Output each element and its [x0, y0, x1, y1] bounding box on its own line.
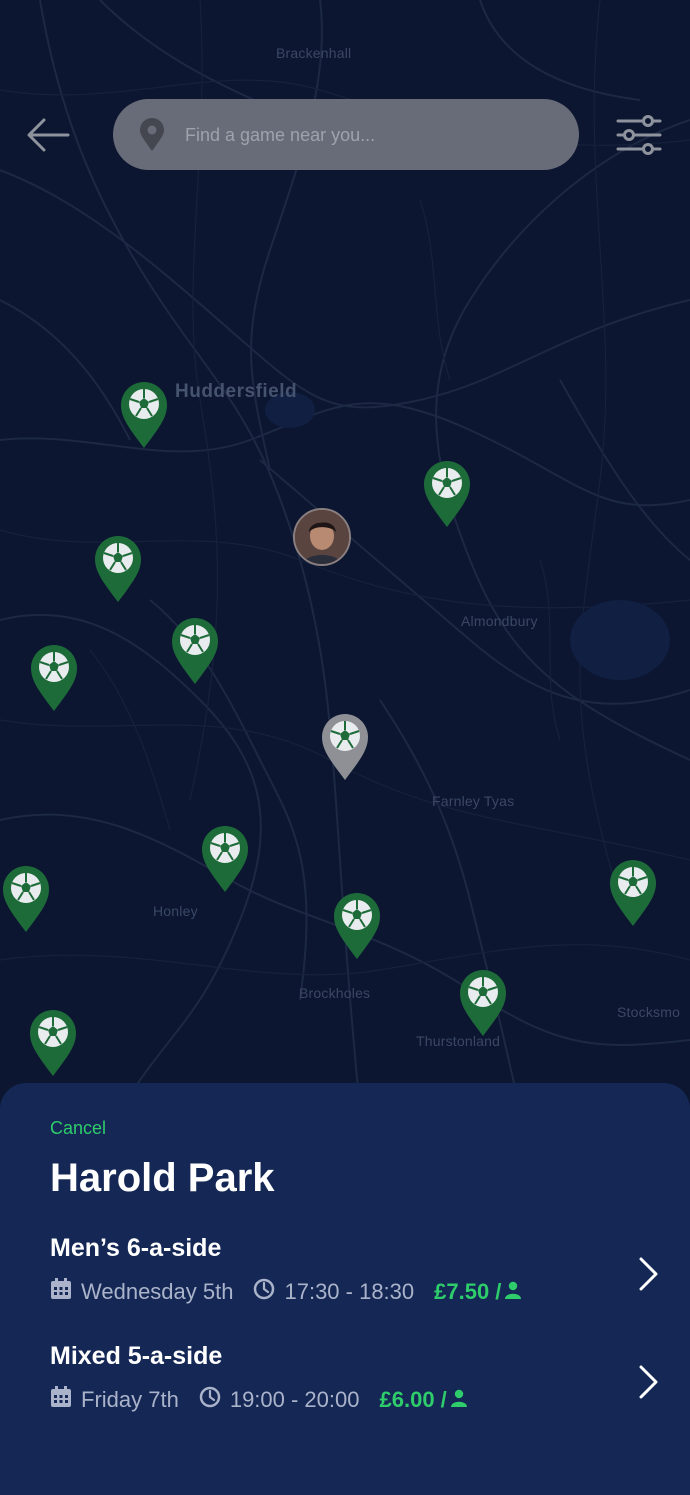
person-icon — [504, 1279, 522, 1305]
game-meta: Wednesday 5th 17:30 - 18:30 £7.50 / — [50, 1278, 522, 1306]
game-marker-icon[interactable] — [119, 380, 169, 450]
clock-icon — [199, 1386, 221, 1414]
venue-title: Harold Park — [50, 1156, 275, 1200]
per-separator: / — [495, 1279, 502, 1304]
location-pin-icon — [139, 118, 165, 157]
game-marker-icon[interactable] — [422, 459, 472, 529]
back-button[interactable] — [22, 108, 78, 164]
place-label: Huddersfield — [175, 381, 298, 402]
place-label: Stocksmo — [617, 1004, 681, 1020]
arrow-left-icon — [27, 118, 70, 152]
sliders-icon — [616, 115, 662, 155]
game-marker-icon[interactable] — [29, 643, 79, 713]
game-title: Mixed 5-a-side — [50, 1342, 223, 1370]
game-price: £7.50 — [434, 1279, 490, 1304]
search-input[interactable] — [183, 99, 557, 172]
place-label: Almondbury — [461, 613, 538, 629]
per-separator: / — [440, 1387, 447, 1412]
game-marker-icon[interactable] — [28, 1008, 78, 1078]
search-bar[interactable] — [113, 99, 579, 172]
game-date: Friday 7th — [81, 1387, 179, 1412]
clock-icon — [253, 1278, 275, 1306]
game-time: 19:00 - 20:00 — [229, 1387, 360, 1412]
chevron-right-icon — [636, 1256, 660, 1297]
game-marker-icon[interactable] — [1, 864, 51, 934]
game-price: £6.00 — [379, 1387, 435, 1412]
selected-game-marker-icon[interactable] — [320, 712, 370, 782]
filter-button[interactable] — [612, 112, 668, 158]
cancel-button[interactable]: Cancel — [50, 1118, 106, 1139]
game-marker-icon[interactable] — [170, 616, 220, 686]
place-label: Farnley Tyas — [432, 793, 515, 809]
game-row[interactable]: Men’s 6-a-side Wednesday 5th 17:30 - 18:… — [50, 1234, 670, 1314]
place-label: Honley — [153, 903, 198, 919]
game-marker-icon[interactable] — [200, 824, 250, 894]
game-title: Men’s 6-a-side — [50, 1234, 222, 1262]
calendar-icon — [50, 1278, 72, 1306]
game-date: Wednesday 5th — [81, 1279, 234, 1304]
game-marker-icon[interactable] — [332, 891, 382, 961]
game-marker-icon[interactable] — [93, 534, 143, 604]
game-marker-icon[interactable] — [608, 858, 658, 928]
chevron-right-icon — [636, 1364, 660, 1405]
user-avatar[interactable] — [293, 508, 351, 566]
person-icon — [450, 1387, 468, 1413]
game-marker-icon[interactable] — [458, 968, 508, 1038]
place-label: Brockholes — [299, 985, 371, 1001]
game-time: 17:30 - 18:30 — [284, 1279, 415, 1304]
calendar-icon — [50, 1386, 72, 1414]
game-meta: Friday 7th 19:00 - 20:00 £6.00 / — [50, 1386, 468, 1414]
game-row[interactable]: Mixed 5-a-side Friday 7th 19:00 - 20:00 … — [50, 1342, 670, 1422]
place-label: Brackenhall — [276, 45, 352, 61]
